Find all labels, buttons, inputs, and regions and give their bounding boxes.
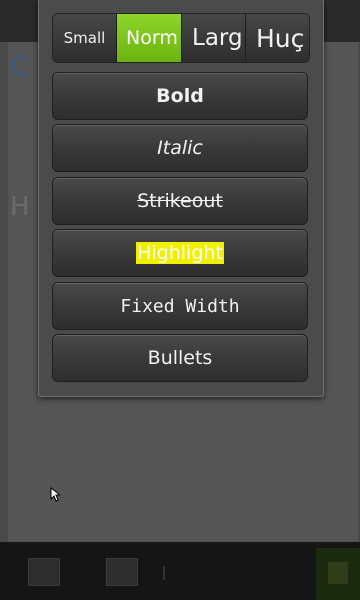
size-large-option[interactable]: Larg	[182, 14, 246, 62]
size-small-label: Small	[63, 29, 106, 47]
format-popup: Small Norm Larg Huç Bold Italic Strikeou…	[38, 0, 324, 397]
mouse-cursor-icon	[50, 487, 60, 502]
bullets-label: Bullets	[147, 347, 213, 369]
highlight-label: Highlight	[136, 242, 224, 264]
bold-label: Bold	[156, 85, 204, 107]
strikeout-label: Strikeout	[137, 190, 223, 212]
size-normal-option[interactable]: Norm	[117, 14, 182, 62]
background-tool-icon	[106, 558, 138, 586]
size-small-option[interactable]: Small	[53, 14, 117, 62]
size-huge-label: Huç	[256, 23, 305, 53]
italic-label: Italic	[157, 137, 203, 159]
background-text: C	[10, 52, 29, 82]
font-size-selector: Small Norm Larg Huç	[52, 13, 310, 63]
fixed-width-button[interactable]: Fixed Width	[52, 282, 308, 330]
size-huge-option[interactable]: Huç	[246, 14, 309, 62]
bullets-button[interactable]: Bullets	[52, 334, 308, 382]
size-normal-label: Norm	[126, 27, 178, 49]
strikeout-button[interactable]: Strikeout	[52, 177, 308, 225]
fixed-width-label: Fixed Width	[120, 295, 240, 317]
size-large-label: Larg	[192, 25, 243, 51]
background-tool-icon	[28, 558, 60, 586]
italic-button[interactable]: Italic	[52, 124, 308, 172]
background-text: H	[10, 192, 30, 222]
background-action-button	[316, 548, 360, 600]
bold-button[interactable]: Bold	[52, 72, 308, 120]
highlight-button[interactable]: Highlight	[52, 229, 308, 277]
background-separator	[163, 566, 165, 580]
